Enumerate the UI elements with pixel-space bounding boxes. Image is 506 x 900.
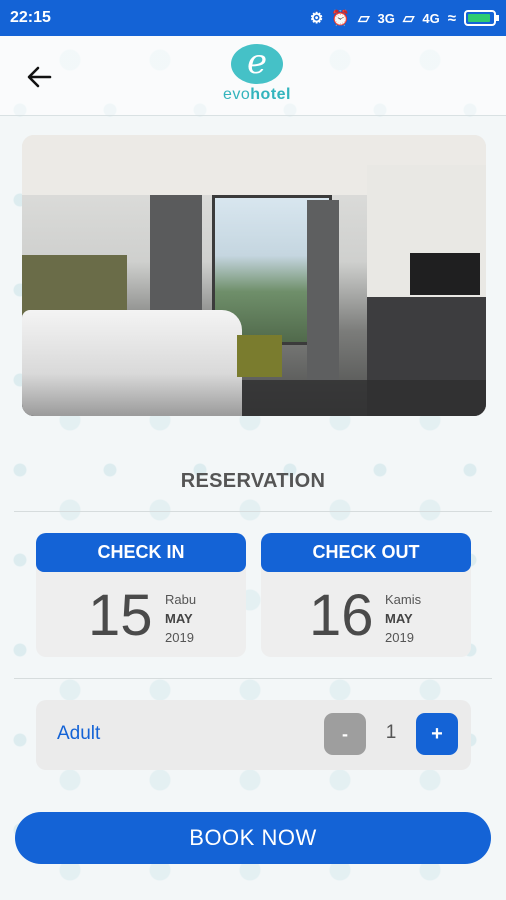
check-out-month: MAY — [385, 611, 413, 626]
check-in-card[interactable]: CHECK IN 15 Rabu MAY 2019 — [36, 533, 246, 657]
room-photo — [22, 135, 486, 416]
signal-icon: ▱ — [357, 10, 370, 27]
photo-bed — [22, 310, 242, 416]
app-bar: e evohotel — [0, 36, 506, 116]
check-in-meta: Rabu MAY 2019 — [165, 590, 196, 647]
battery-icon — [464, 10, 499, 26]
status-icons: ⚙ ⏰ ▱ 3G ▱ 4G ≈ — [309, 9, 499, 27]
logo-mark: e — [231, 44, 283, 84]
do-not-disturb-icon: ⚙ — [309, 10, 324, 27]
check-out-year: 2019 — [385, 630, 414, 645]
logo: e evohotel — [212, 44, 302, 114]
check-in-header: CHECK IN — [36, 533, 246, 572]
adult-count: 1 — [385, 722, 397, 743]
logo-text: evohotel — [212, 86, 302, 104]
book-now-button[interactable]: BOOK NOW — [15, 812, 491, 864]
adult-label: Adult — [57, 723, 101, 744]
arrow-left-icon — [27, 66, 52, 88]
check-out-weekday: Kamis — [385, 592, 422, 607]
logo-text-suffix: hotel — [250, 86, 291, 103]
check-in-month: MAY — [165, 611, 193, 626]
network-4g: 4G — [422, 10, 440, 26]
alarm-icon: ⏰ — [331, 10, 350, 27]
divider — [14, 678, 492, 679]
increment-button[interactable]: + — [416, 713, 458, 755]
photo-curtain — [307, 200, 339, 380]
signal-icon: ▱ — [402, 10, 415, 27]
adult-guest-row: Adult - 1 + — [36, 700, 471, 770]
status-bar: 22:15 ⚙ ⏰ ▱ 3G ▱ 4G ≈ — [0, 0, 506, 36]
check-in-weekday: Rabu — [165, 592, 197, 607]
back-button[interactable] — [22, 60, 56, 94]
photo-headboard — [22, 255, 127, 315]
check-in-year: 2019 — [165, 630, 194, 645]
decrement-button[interactable]: - — [324, 713, 366, 755]
photo-bench — [237, 335, 282, 377]
reservation-title: RESERVATION — [180, 470, 326, 492]
check-in-day: 15 — [88, 583, 153, 648]
check-out-meta: Kamis MAY 2019 — [385, 590, 421, 647]
check-out-header: CHECK OUT — [261, 533, 471, 572]
check-out-day: 16 — [309, 583, 374, 648]
wifi-icon: ≈ — [447, 9, 456, 27]
check-out-card[interactable]: CHECK OUT 16 Kamis MAY 2019 — [261, 533, 471, 657]
divider — [14, 511, 492, 512]
logo-text-prefix: evo — [222, 86, 251, 103]
network-3g: 3G — [377, 10, 395, 26]
status-time: 22:15 — [10, 9, 51, 26]
photo-tv — [410, 253, 480, 295]
